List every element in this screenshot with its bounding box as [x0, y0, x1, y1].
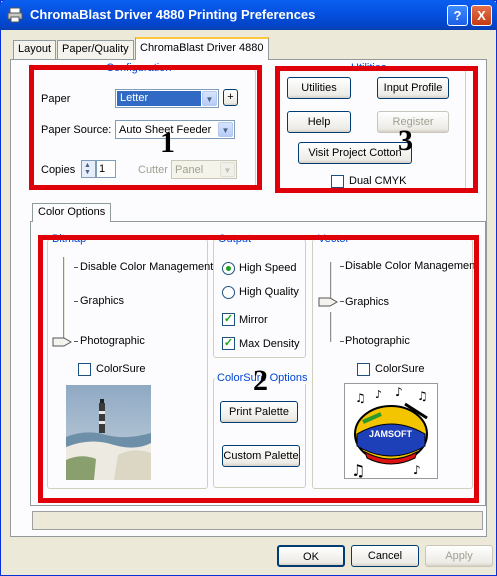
status-bar	[32, 511, 483, 530]
apply-button[interactable]: Apply	[425, 545, 493, 567]
highlight-box-3	[275, 66, 478, 193]
annotation-number-2: 2	[253, 364, 268, 397]
annotation-number-1: 1	[160, 126, 175, 159]
help-title-button[interactable]: ?	[447, 5, 468, 26]
tab-chromablast-driver[interactable]: ChromaBlast Driver 4880	[135, 37, 269, 60]
tab-color-options[interactable]: Color Options	[32, 203, 112, 222]
tab-paper-quality[interactable]: Paper/Quality	[57, 40, 134, 59]
printer-app-icon	[7, 7, 23, 23]
annotation-number-3: 3	[398, 124, 413, 157]
ok-button[interactable]: OK	[277, 545, 345, 567]
highlight-box-1	[29, 65, 262, 190]
close-button[interactable]: X	[471, 5, 492, 26]
window-title: ChromaBlast Driver 4880 Printing Prefere…	[30, 7, 316, 22]
tab-layout[interactable]: Layout	[13, 40, 57, 59]
cancel-button[interactable]: Cancel	[351, 545, 419, 567]
